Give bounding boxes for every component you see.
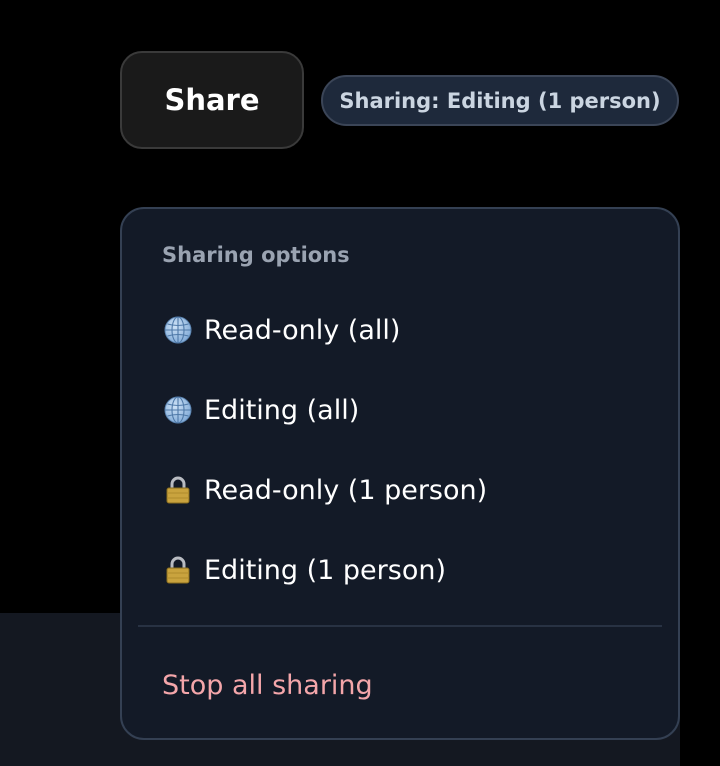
menu-item-editing-all[interactable]: Editing (all) — [162, 386, 359, 434]
menu-item-label: Editing (1 person) — [204, 554, 446, 586]
globe-icon — [162, 394, 194, 426]
sharing-status-badge: Sharing: Editing (1 person) — [321, 75, 679, 126]
globe-icon — [162, 314, 194, 346]
menu-item-read-only-all[interactable]: Read-only (all) — [162, 306, 400, 354]
stop-all-sharing-button[interactable]: Stop all sharing — [162, 661, 373, 709]
menu-item-label: Read-only (1 person) — [204, 474, 488, 506]
menu-divider — [138, 625, 662, 627]
share-button[interactable]: Share — [120, 51, 304, 149]
menu-item-label: Read-only (all) — [204, 314, 401, 346]
sharing-options-menu: Sharing options Read-only (all) Editing … — [120, 207, 680, 740]
lock-icon — [162, 554, 194, 586]
menu-item-label: Editing (all) — [204, 394, 360, 426]
menu-item-editing-1-person[interactable]: Editing (1 person) — [162, 546, 446, 594]
menu-item-read-only-1-person[interactable]: Read-only (1 person) — [162, 466, 487, 514]
menu-heading: Sharing options — [162, 243, 350, 267]
lock-icon — [162, 474, 194, 506]
